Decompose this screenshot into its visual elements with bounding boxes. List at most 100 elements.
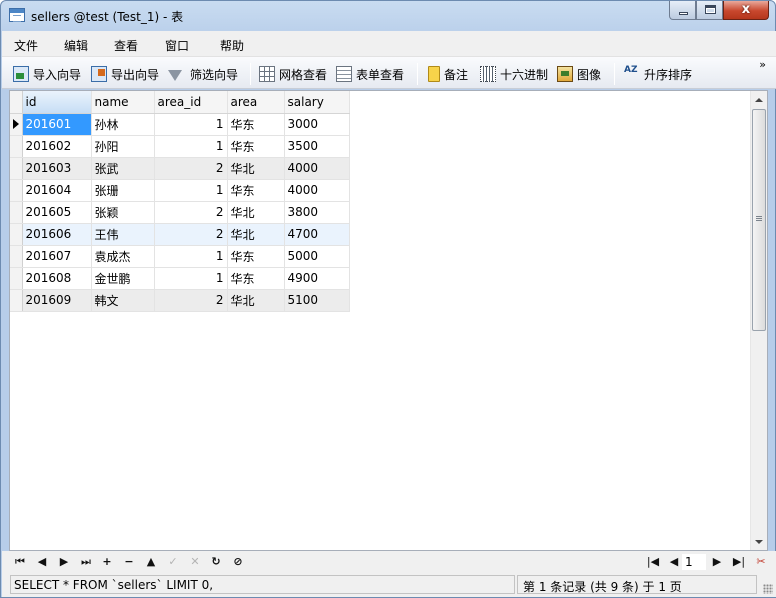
cell-area[interactable]: 华北 bbox=[227, 223, 285, 246]
column-header-name[interactable]: name bbox=[91, 91, 155, 114]
cell-area[interactable]: 华东 bbox=[227, 113, 285, 136]
toolbar-overflow-button[interactable]: » bbox=[759, 59, 766, 71]
cell-name[interactable]: 孙林 bbox=[91, 113, 155, 136]
cell-id[interactable]: 201609 bbox=[22, 289, 92, 312]
stop-button[interactable]: ⊘ bbox=[230, 554, 246, 570]
cell-area[interactable]: 华东 bbox=[227, 135, 285, 158]
cell-name[interactable]: 张颖 bbox=[91, 201, 155, 224]
cell-name[interactable]: 韩文 bbox=[91, 289, 155, 312]
cell-area[interactable]: 华东 bbox=[227, 245, 285, 268]
cell-area[interactable]: 华东 bbox=[227, 179, 285, 202]
delete-record-button[interactable]: − bbox=[121, 554, 137, 570]
export-wizard-button[interactable]: 导出向导 bbox=[91, 65, 159, 83]
image-button[interactable]: 图像 bbox=[557, 65, 601, 83]
cell-salary[interactable]: 5000 bbox=[284, 245, 350, 268]
cell-area-id[interactable]: 1 bbox=[154, 267, 228, 290]
filter-wizard-button[interactable]: 筛选向导 bbox=[168, 65, 238, 83]
cell-id[interactable]: 201607 bbox=[22, 245, 92, 268]
column-header-salary[interactable]: salary bbox=[284, 91, 350, 114]
cell-salary[interactable]: 4000 bbox=[284, 179, 350, 202]
cell-salary[interactable]: 5100 bbox=[284, 289, 350, 312]
cell-name[interactable]: 王伟 bbox=[91, 223, 155, 246]
table-row[interactable]: 201608 金世鹏 1 华东 4900 bbox=[10, 267, 350, 290]
table-row[interactable]: 201603 张武 2 华北 4000 bbox=[10, 157, 350, 180]
cell-area[interactable]: 华北 bbox=[227, 289, 285, 312]
data-grid[interactable]: id name area_id area salary 201601 孙林 1 … bbox=[9, 90, 768, 551]
menu-edit[interactable]: 编辑 bbox=[64, 37, 88, 54]
apply-changes-button[interactable]: ✓ bbox=[165, 554, 181, 570]
cell-area-id[interactable]: 1 bbox=[154, 135, 228, 158]
cell-id[interactable]: 201601 bbox=[22, 113, 92, 136]
cell-id[interactable]: 201605 bbox=[22, 201, 92, 224]
cell-area-id[interactable]: 2 bbox=[154, 157, 228, 180]
first-record-button[interactable]: ⏮ bbox=[12, 554, 28, 570]
cell-salary[interactable]: 3000 bbox=[284, 113, 350, 136]
column-header-area[interactable]: area bbox=[227, 91, 285, 114]
hex-button[interactable]: 十六进制 bbox=[480, 65, 548, 83]
table-row[interactable]: 201602 孙阳 1 华东 3500 bbox=[10, 135, 350, 158]
table-row[interactable]: 201604 张珊 1 华东 4000 bbox=[10, 179, 350, 202]
grid-view-button[interactable]: 网格查看 bbox=[259, 65, 327, 83]
edit-record-button[interactable]: ▲ bbox=[143, 554, 159, 570]
maximize-button[interactable] bbox=[696, 1, 723, 20]
scroll-up-button[interactable] bbox=[751, 91, 767, 108]
minimize-button[interactable] bbox=[669, 1, 696, 20]
last-page-button[interactable]: ▶| bbox=[731, 554, 747, 570]
cell-area-id[interactable]: 2 bbox=[154, 223, 228, 246]
first-page-button[interactable]: |◀ bbox=[645, 554, 661, 570]
column-header-area-id[interactable]: area_id bbox=[154, 91, 228, 114]
settings-button[interactable]: ✂ bbox=[753, 554, 769, 570]
table-row[interactable]: 201606 王伟 2 华北 4700 bbox=[10, 223, 350, 246]
table-row[interactable]: 201605 张颖 2 华北 3800 bbox=[10, 201, 350, 224]
vertical-scrollbar[interactable] bbox=[750, 91, 767, 550]
last-record-button[interactable]: ⏭ bbox=[78, 554, 94, 570]
cell-name[interactable]: 金世鹏 bbox=[91, 267, 155, 290]
cell-area-id[interactable]: 2 bbox=[154, 289, 228, 312]
menu-view[interactable]: 查看 bbox=[114, 37, 138, 54]
cell-area[interactable]: 华东 bbox=[227, 267, 285, 290]
cell-area-id[interactable]: 1 bbox=[154, 245, 228, 268]
cell-name[interactable]: 袁成杰 bbox=[91, 245, 155, 268]
discard-changes-button[interactable]: ✕ bbox=[187, 554, 203, 570]
cell-name[interactable]: 孙阳 bbox=[91, 135, 155, 158]
cell-area-id[interactable]: 1 bbox=[154, 113, 228, 136]
close-button[interactable]: x bbox=[723, 1, 769, 20]
sort-ascending-button[interactable]: AZ 升序排序 bbox=[624, 65, 692, 83]
table-row[interactable]: 201601 孙林 1 华东 3000 bbox=[10, 113, 350, 136]
memo-button[interactable]: 备注 bbox=[426, 65, 468, 83]
cell-id[interactable]: 201604 bbox=[22, 179, 92, 202]
cell-id[interactable]: 201606 bbox=[22, 223, 92, 246]
cell-salary[interactable]: 3800 bbox=[284, 201, 350, 224]
next-page-button[interactable]: ▶ bbox=[709, 554, 725, 570]
cell-id[interactable]: 201608 bbox=[22, 267, 92, 290]
prev-record-button[interactable]: ◀ bbox=[34, 554, 50, 570]
add-record-button[interactable]: + bbox=[99, 554, 115, 570]
cell-area[interactable]: 华北 bbox=[227, 157, 285, 180]
refresh-button[interactable]: ↻ bbox=[208, 554, 224, 570]
column-header-id[interactable]: id bbox=[22, 91, 92, 114]
cell-salary[interactable]: 4900 bbox=[284, 267, 350, 290]
cell-area[interactable]: 华北 bbox=[227, 201, 285, 224]
cell-name[interactable]: 张珊 bbox=[91, 179, 155, 202]
cell-id[interactable]: 201602 bbox=[22, 135, 92, 158]
table-row[interactable]: 201607 袁成杰 1 华东 5000 bbox=[10, 245, 350, 268]
cell-salary[interactable]: 4700 bbox=[284, 223, 350, 246]
cell-id[interactable]: 201603 bbox=[22, 157, 92, 180]
menu-window[interactable]: 窗口 bbox=[165, 37, 189, 54]
import-wizard-button[interactable]: 导入向导 bbox=[13, 65, 81, 83]
cell-salary[interactable]: 3500 bbox=[284, 135, 350, 158]
page-number-input[interactable]: 1 bbox=[682, 554, 706, 570]
scroll-down-button[interactable] bbox=[751, 533, 767, 550]
cell-name[interactable]: 张武 bbox=[91, 157, 155, 180]
menu-file[interactable]: 文件 bbox=[14, 37, 38, 54]
menu-help[interactable]: 帮助 bbox=[220, 37, 244, 54]
scroll-thumb[interactable] bbox=[752, 109, 766, 331]
next-record-button[interactable]: ▶ bbox=[56, 554, 72, 570]
prev-page-button[interactable]: ◀ bbox=[666, 554, 682, 570]
resize-grip-icon[interactable] bbox=[763, 584, 773, 594]
form-view-button[interactable]: 表单查看 bbox=[336, 65, 404, 83]
cell-salary[interactable]: 4000 bbox=[284, 157, 350, 180]
cell-area-id[interactable]: 1 bbox=[154, 179, 228, 202]
cell-area-id[interactable]: 2 bbox=[154, 201, 228, 224]
table-row[interactable]: 201609 韩文 2 华北 5100 bbox=[10, 289, 350, 312]
